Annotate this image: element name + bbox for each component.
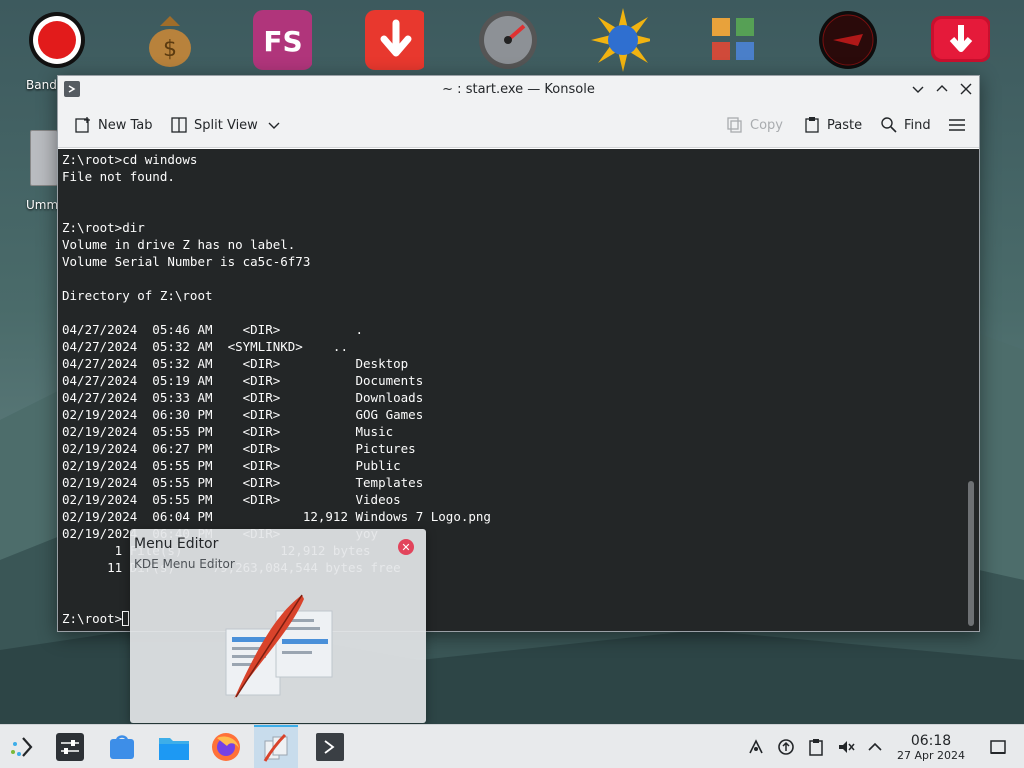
- paste-icon: [805, 117, 819, 133]
- hamburger-menu-button[interactable]: [948, 113, 972, 137]
- terminal-line: 04/27/2024 05:32 AM <SYMLINKD> ..: [62, 339, 348, 354]
- preview-title: Menu Editor: [134, 536, 219, 552]
- digital-clock[interactable]: 06:18 27 Apr 2024: [888, 733, 974, 763]
- chevron-down-icon: [268, 122, 280, 129]
- chevron-up-icon[interactable]: [865, 737, 885, 757]
- money-bag-icon[interactable]: $: [140, 10, 200, 70]
- svg-text:FS: FS: [263, 25, 302, 58]
- launcher-icon: [11, 737, 33, 757]
- task-discover-store[interactable]: [100, 725, 144, 768]
- new-tab-icon: [75, 117, 90, 133]
- close-button[interactable]: [957, 80, 975, 98]
- firefox-icon: [212, 733, 240, 761]
- konsole-toolbar: New Tab Split View Copy Paste Find: [58, 103, 979, 148]
- preview-subtitle: KDE Menu Editor: [134, 557, 235, 571]
- terminal-line: 02/19/2024 05:55 PM <DIR> Music: [62, 424, 394, 439]
- terminal-line: Volume Serial Number is ca5c-6f73: [62, 254, 311, 269]
- settings-sliders-icon: [56, 733, 84, 761]
- dark-circle-app-icon[interactable]: [818, 10, 878, 70]
- show-desktop-icon[interactable]: [988, 737, 1008, 757]
- terminal-scrollbar[interactable]: [968, 481, 974, 626]
- folder-icon: [159, 738, 189, 760]
- record-app-icon[interactable]: [27, 10, 87, 70]
- find-button[interactable]: Find: [880, 113, 931, 137]
- terminal-line: 02/19/2024 06:27 PM <DIR> Pictures: [62, 441, 416, 456]
- terminal-line: 02/19/2024 06:30 PM <DIR> GOG Games: [62, 407, 424, 422]
- speedometer-icon[interactable]: [478, 10, 538, 70]
- hamburger-menu-icon: [949, 119, 965, 131]
- task-konsole[interactable]: [308, 725, 352, 768]
- kde-connect-icon[interactable]: [746, 737, 766, 757]
- store-bag-icon: [110, 735, 134, 759]
- clipboard-icon[interactable]: [806, 737, 826, 757]
- terminal-prompt: Z:\root>: [62, 611, 123, 626]
- terminal-line: Z:\root>cd windows: [62, 152, 198, 167]
- updates-icon[interactable]: [776, 737, 796, 757]
- menu-editor-thumbnail-icon: [225, 594, 333, 699]
- application-dock: Band $ FS: [0, 0, 1024, 92]
- menu-editor-icon: [263, 733, 288, 762]
- clock-date: 27 Apr 2024: [896, 749, 965, 762]
- desktop-file-icon[interactable]: [30, 130, 58, 186]
- terminal-line: Directory of Z:\root: [62, 288, 213, 303]
- task-firefox[interactable]: [204, 725, 248, 768]
- terminal-line: 02/19/2024 06:04 PM 12,912 Windows 7 Log…: [62, 509, 491, 524]
- task-menu-editor[interactable]: [254, 725, 298, 768]
- copy-label: Copy: [750, 117, 783, 133]
- terminal-line: File not found.: [62, 169, 175, 184]
- terminal-line: 04/27/2024 05:19 AM <DIR> Documents: [62, 373, 424, 388]
- split-view-icon: [171, 117, 187, 133]
- split-view-label: Split View: [194, 117, 258, 133]
- fs-app-icon[interactable]: FS: [252, 10, 312, 70]
- minimize-button[interactable]: [909, 80, 927, 98]
- dock-label: Band: [26, 78, 57, 92]
- split-view-button[interactable]: Split View: [170, 113, 286, 137]
- terminal-line: 04/27/2024 05:32 AM <DIR> Desktop: [62, 356, 409, 371]
- new-tab-button[interactable]: New Tab: [74, 113, 153, 137]
- terminal-line: 02/19/2024 05:55 PM <DIR> Videos: [62, 492, 401, 507]
- volume-muted-icon[interactable]: [836, 737, 856, 757]
- window-titlebar[interactable]: ~ : start.exe — Konsole: [58, 76, 979, 103]
- clock-time: 06:18: [910, 733, 952, 749]
- terminal-cursor: [122, 611, 130, 626]
- taskbar: 06:18 27 Apr 2024: [0, 724, 1024, 768]
- sun-globe-icon[interactable]: [590, 8, 650, 72]
- terminal-line: Z:\root>dir: [62, 220, 145, 235]
- terminal-icon: [316, 733, 344, 761]
- terminal-line: 04/27/2024 05:46 AM <DIR> .: [62, 322, 364, 337]
- copy-button[interactable]: Copy: [726, 113, 783, 137]
- window-title: ~ : start.exe — Konsole: [442, 82, 595, 97]
- terminal-line: 04/27/2024 05:33 AM <DIR> Downloads: [62, 390, 424, 405]
- task-settings[interactable]: [48, 725, 92, 768]
- search-icon: [881, 117, 897, 133]
- task-file-manager[interactable]: [152, 725, 196, 768]
- application-launcher-button[interactable]: [0, 725, 44, 768]
- paste-label: Paste: [827, 117, 863, 133]
- paste-button[interactable]: Paste: [803, 113, 862, 137]
- desktop-file-label: Umm: [26, 198, 59, 212]
- maximize-button[interactable]: [933, 80, 951, 98]
- terminal-line: 02/19/2024 05:55 PM <DIR> Templates: [62, 475, 424, 490]
- preview-close-button[interactable]: ✕: [398, 539, 414, 555]
- find-label: Find: [904, 117, 931, 133]
- new-tab-label: New Tab: [98, 117, 153, 133]
- task-preview-tooltip[interactable]: Menu Editor KDE Menu Editor ✕: [130, 529, 426, 723]
- terminal-line: 02/19/2024 05:55 PM <DIR> Public: [62, 458, 401, 473]
- download-app-icon[interactable]: [364, 10, 424, 70]
- svg-text:$: $: [163, 37, 177, 62]
- download-manager-icon[interactable]: [930, 10, 990, 70]
- puzzle-app-icon[interactable]: [704, 10, 764, 70]
- copy-icon: [727, 117, 742, 133]
- terminal-app-icon: [64, 81, 80, 97]
- terminal-line: Volume in drive Z has no label.: [62, 237, 296, 252]
